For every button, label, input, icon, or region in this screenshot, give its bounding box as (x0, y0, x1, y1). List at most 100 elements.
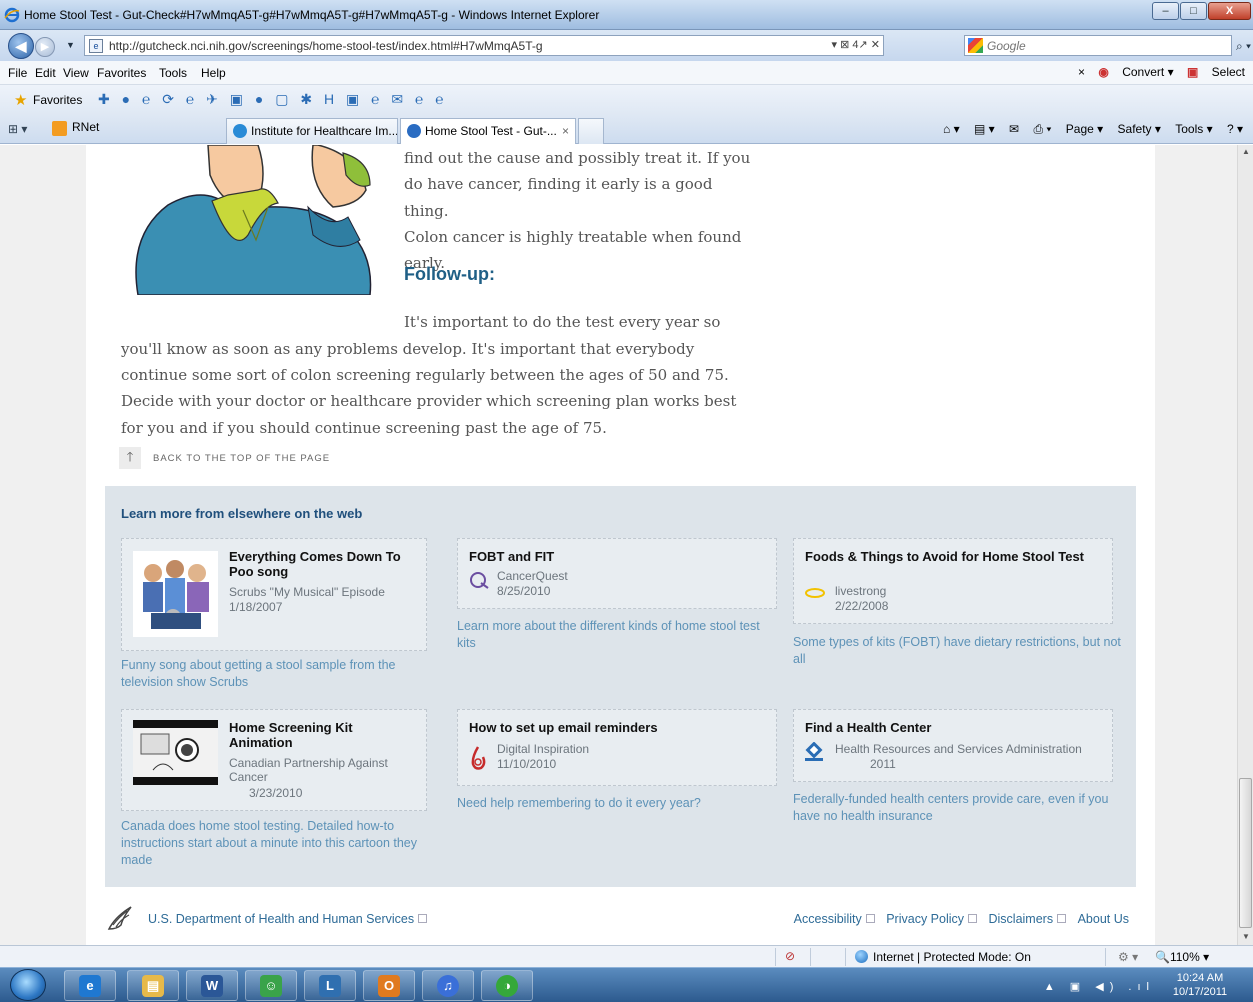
close-toolbar-icon[interactable]: × (1078, 65, 1085, 79)
privacy-report-icon[interactable]: ⊘ (785, 949, 795, 963)
resource-title[interactable]: Home Screening Kit Animation (229, 720, 419, 750)
hhs-eagle-logo-icon[interactable] (105, 903, 135, 933)
resource-item[interactable]: FOBT and FIT CancerQuest 8/25/2010 Learn… (457, 538, 777, 658)
favorites-star-icon[interactable]: ★ (14, 91, 27, 109)
maximize-button[interactable]: □ (1180, 2, 1207, 20)
video-thumbnail-icon[interactable] (133, 551, 218, 637)
resource-title[interactable]: How to set up email reminders (469, 720, 769, 735)
resource-description[interactable]: Canada does home stool testing. Detailed… (121, 818, 441, 869)
security-zone-text[interactable]: Internet | Protected Mode: On (873, 950, 1031, 964)
hhs-link[interactable]: U.S. Department of Health and Human Serv… (148, 912, 428, 926)
status-divider (810, 948, 811, 966)
resource-item[interactable]: Home Screening Kit Animation Canadian Pa… (121, 709, 427, 874)
search-box[interactable] (964, 35, 1232, 56)
scroll-up-icon[interactable]: ▲ (1242, 147, 1250, 156)
accessibility-link[interactable]: Accessibility (794, 912, 875, 926)
address-tools[interactable]: ▾ ⊠ 4↗ ✕ (832, 38, 880, 51)
page-footer: U.S. Department of Health and Human Serv… (86, 900, 1155, 945)
menu-tools[interactable]: Tools (159, 66, 187, 80)
feeds-button[interactable]: ▤ ▾ (974, 122, 995, 136)
close-window-button[interactable]: X (1208, 2, 1251, 20)
search-input[interactable] (987, 38, 1187, 53)
recent-pages-dropdown[interactable]: ▼ (66, 40, 75, 50)
taskbar-explorer-button[interactable]: ▤ (127, 970, 179, 1001)
accessibility-label[interactable]: Accessibility (794, 912, 862, 926)
tray-icons[interactable]: ▲ ▣ ◀) .ıl (1044, 980, 1155, 993)
external-link-icon (418, 914, 428, 923)
privacy-policy-link[interactable]: Privacy Policy (886, 912, 978, 926)
resource-description[interactable]: Some types of kits (FOBT) have dietary r… (793, 634, 1123, 668)
taskbar-ie-button[interactable]: e (64, 970, 116, 1001)
rnet-feed-button[interactable]: RNet (52, 120, 99, 136)
scrollbar-thumb[interactable] (1239, 778, 1252, 928)
up-arrow-icon[interactable]: 🡑 (119, 447, 141, 469)
forward-button[interactable]: ▶ (35, 37, 55, 57)
resource-item[interactable]: Foods & Things to Avoid for Home Stool T… (793, 538, 1121, 668)
resource-item[interactable]: How to set up email reminders Digital In… (457, 709, 777, 819)
tab-home-stool-test[interactable]: Home Stool Test - Gut-... × (400, 118, 576, 144)
taskbar-word-button[interactable]: W (186, 970, 238, 1001)
resource-title[interactable]: Foods & Things to Avoid for Home Stool T… (805, 549, 1105, 564)
menu-favorites[interactable]: Favorites (97, 66, 146, 80)
menu-file[interactable]: File (8, 66, 27, 80)
resource-item[interactable]: Everything Comes Down To Poo song Scrubs… (121, 538, 427, 689)
disclaimers-label[interactable]: Disclaimers (989, 912, 1054, 926)
minimize-button[interactable]: – (1152, 2, 1179, 20)
select-label: Select (1211, 65, 1245, 79)
taskbar-itunes-button[interactable]: ♫ (422, 970, 474, 1001)
resource-description[interactable]: Learn more about the different kinds of … (457, 618, 777, 652)
convert-button[interactable]: ◉ Convert ▾ (1098, 65, 1173, 79)
quick-tabs-button[interactable]: ⊞ ▾ (8, 122, 27, 136)
safety-menu[interactable]: Safety ▾ (1118, 122, 1161, 136)
tab-institute-healthcare[interactable]: Institute for Healthcare Im... (226, 118, 398, 144)
favorites-shortcut-icons[interactable]: ✚ ● ℮ ⟳ ℮ ✈ ▣ ● ▢ ✱ H ▣ ℮ ✉ ℮ ℮ (98, 91, 448, 108)
disclaimers-link[interactable]: Disclaimers (989, 912, 1067, 926)
close-tab-icon[interactable]: × (562, 124, 569, 138)
zoom-level-button[interactable]: 🔍110% ▾ (1155, 950, 1209, 964)
clock[interactable]: 10:24 AM 10/17/2011 (1167, 971, 1233, 999)
resource-title[interactable]: Everything Comes Down To Poo song (229, 549, 424, 579)
taskbar-globe-button[interactable]: ◑ (481, 970, 533, 1001)
start-button[interactable] (10, 969, 46, 1001)
vertical-scrollbar[interactable]: ▲ ▼ (1237, 145, 1253, 945)
resource-description[interactable]: Federally-funded health centers provide … (793, 791, 1123, 825)
select-button[interactable]: ▣ Select (1187, 65, 1245, 79)
read-mail-button[interactable]: ✉ (1009, 122, 1019, 136)
menu-edit[interactable]: Edit (35, 66, 56, 80)
menubar-right-tools: × ◉ Convert ▾ ▣ Select (1068, 65, 1245, 79)
print-button[interactable]: ⎙ ▾ (1033, 122, 1051, 136)
taskbar-outlook-button[interactable]: O (363, 970, 415, 1001)
itunes-icon: ♫ (437, 975, 459, 997)
resource-description[interactable]: Need help remembering to do it every yea… (457, 795, 777, 812)
article-text: find out the cause and possibly treat it… (121, 145, 761, 441)
page-menu[interactable]: Page ▾ (1066, 122, 1103, 136)
scroll-down-icon[interactable]: ▼ (1242, 932, 1250, 941)
hhs-link-label[interactable]: U.S. Department of Health and Human Serv… (148, 912, 414, 926)
back-to-top-label[interactable]: BACK TO THE TOP OF THE PAGE (153, 453, 330, 464)
addons-status-icon[interactable]: ⚙ ▾ (1118, 950, 1138, 964)
help-menu[interactable]: ? ▾ (1227, 122, 1243, 136)
new-tab-button[interactable] (578, 118, 604, 144)
resource-description[interactable]: Funny song about getting a stool sample … (121, 657, 441, 691)
favorites-button[interactable]: Favorites (33, 93, 82, 107)
resource-title[interactable]: Find a Health Center (805, 720, 1105, 735)
privacy-policy-label[interactable]: Privacy Policy (886, 912, 964, 926)
search-button[interactable]: ⌕ ▾ (1236, 39, 1251, 54)
about-us-link[interactable]: About Us (1078, 912, 1129, 926)
url-text[interactable]: http://gutcheck.nci.nih.gov/screenings/h… (109, 39, 543, 53)
back-button[interactable]: ◀ (8, 33, 34, 59)
menu-help[interactable]: Help (201, 66, 226, 80)
resource-title[interactable]: FOBT and FIT (469, 549, 769, 564)
remote-desktop-icon: L (319, 975, 341, 997)
home-button[interactable]: ⌂ ▾ (943, 122, 960, 136)
video-thumbnail-icon[interactable] (133, 720, 218, 785)
resource-item[interactable]: Find a Health Center Health Resources an… (793, 709, 1123, 834)
address-field[interactable]: e http://gutcheck.nci.nih.gov/screenings… (84, 35, 884, 56)
globe-icon: ◑ (496, 975, 518, 997)
menu-view[interactable]: View (63, 66, 89, 80)
taskbar-people-button[interactable]: ☺ (245, 970, 297, 1001)
menu-bar: File Edit View Favorites Tools Help × ◉ … (0, 61, 1253, 85)
taskbar-remote-button[interactable]: L (304, 970, 356, 1001)
status-divider (845, 948, 846, 966)
tools-menu[interactable]: Tools ▾ (1175, 122, 1212, 136)
